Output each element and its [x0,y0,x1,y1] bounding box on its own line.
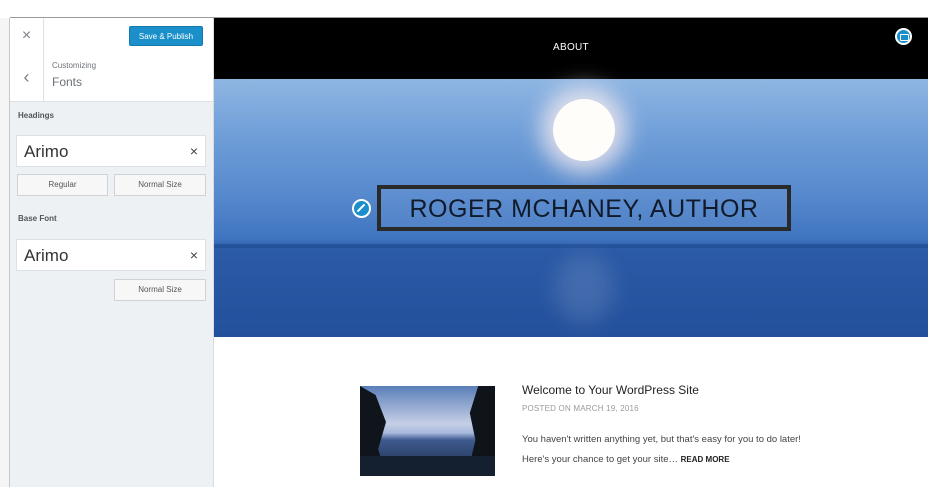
base-font-clear-icon[interactable]: × [190,247,198,263]
customizer-sidebar: × Save & Publish ‹ Customizing Fonts Hea… [10,18,214,487]
post-thumbnail[interactable] [360,386,495,476]
read-more-link[interactable]: READ MORE [681,455,730,464]
chevron-left-icon[interactable]: ‹ [10,53,44,101]
window-top-frame [0,0,928,18]
post-meta: POSTED ON MARCH 19, 2016 [522,404,639,413]
customizer-header: × Save & Publish [10,18,213,54]
window-left-frame [0,18,10,487]
headings-clear-icon[interactable]: × [190,143,198,159]
headings-size-select[interactable]: Normal Size [114,174,206,196]
moon-reflection [554,254,614,324]
site-navigation: ABOUT [214,18,928,79]
section-header: ‹ Customizing Fonts [10,53,213,102]
header-image: ROGER MCHANEY, AUTHOR [214,79,928,337]
post-excerpt-text: You haven't written anything yet, but th… [522,434,801,465]
site-title-box[interactable]: ROGER MCHANEY, AUTHOR [377,185,791,231]
section-title: Fonts [52,75,83,89]
image-edit-icon[interactable] [895,28,912,45]
base-font-name: Arimo [24,246,69,265]
pencil-icon[interactable] [352,199,371,218]
horizon-line [214,244,928,248]
thumbnail-shore [360,456,495,476]
nav-link-about[interactable]: ABOUT [214,42,928,53]
breadcrumb: Customizing [52,61,97,70]
base-font-field[interactable]: Arimo × [16,239,206,271]
headings-font-name: Arimo [24,142,69,161]
base-font-size-select[interactable]: Normal Size [114,279,206,301]
headings-font-field[interactable]: Arimo × [16,135,206,167]
headings-label: Headings [18,111,55,120]
headings-weight-select[interactable]: Regular [17,174,108,196]
post-excerpt: You haven't written anything yet, but th… [522,430,822,470]
moon-graphic [553,99,615,161]
post-title-link[interactable]: Welcome to Your WordPress Site [522,383,699,397]
base-font-label: Base Font [18,214,57,223]
site-title: ROGER MCHANEY, AUTHOR [409,195,759,223]
site-preview: ABOUT ROGER MCHANEY, AUTHOR Welcome to Y… [214,18,928,487]
close-icon[interactable]: × [10,18,44,53]
save-publish-button[interactable]: Save & Publish [129,26,203,46]
